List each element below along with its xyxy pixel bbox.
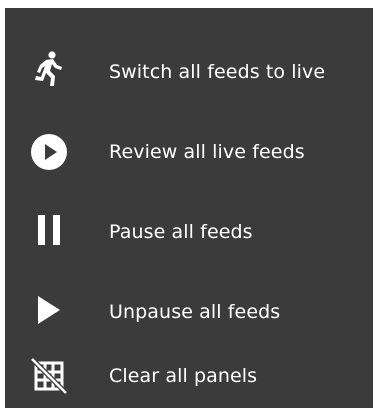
menu-item-unpause-all-feeds[interactable]: Unpause all feeds bbox=[5, 272, 373, 352]
menu-item-label: Pause all feeds bbox=[109, 221, 253, 243]
menu-item-pause-all-feeds[interactable]: Pause all feeds bbox=[5, 192, 373, 272]
menu-item-label: Review all live feeds bbox=[109, 141, 305, 163]
pause-icon bbox=[27, 208, 71, 252]
play-icon bbox=[27, 288, 71, 332]
play-circle-icon bbox=[27, 130, 71, 174]
menu-item-switch-all-feeds-to-live[interactable]: Switch all feeds to live bbox=[5, 32, 373, 112]
menu-item-label: Switch all feeds to live bbox=[109, 61, 326, 83]
feed-actions-menu: Switch all feeds to live Review all live… bbox=[5, 8, 373, 408]
running-person-icon bbox=[27, 48, 71, 92]
menu-item-label: Clear all panels bbox=[109, 365, 258, 387]
menu-item-review-all-live-feeds[interactable]: Review all live feeds bbox=[5, 112, 373, 192]
grid-off-icon bbox=[27, 354, 71, 398]
menu-item-clear-all-panels[interactable]: Clear all panels bbox=[5, 352, 373, 416]
menu-item-label: Unpause all feeds bbox=[109, 301, 281, 323]
